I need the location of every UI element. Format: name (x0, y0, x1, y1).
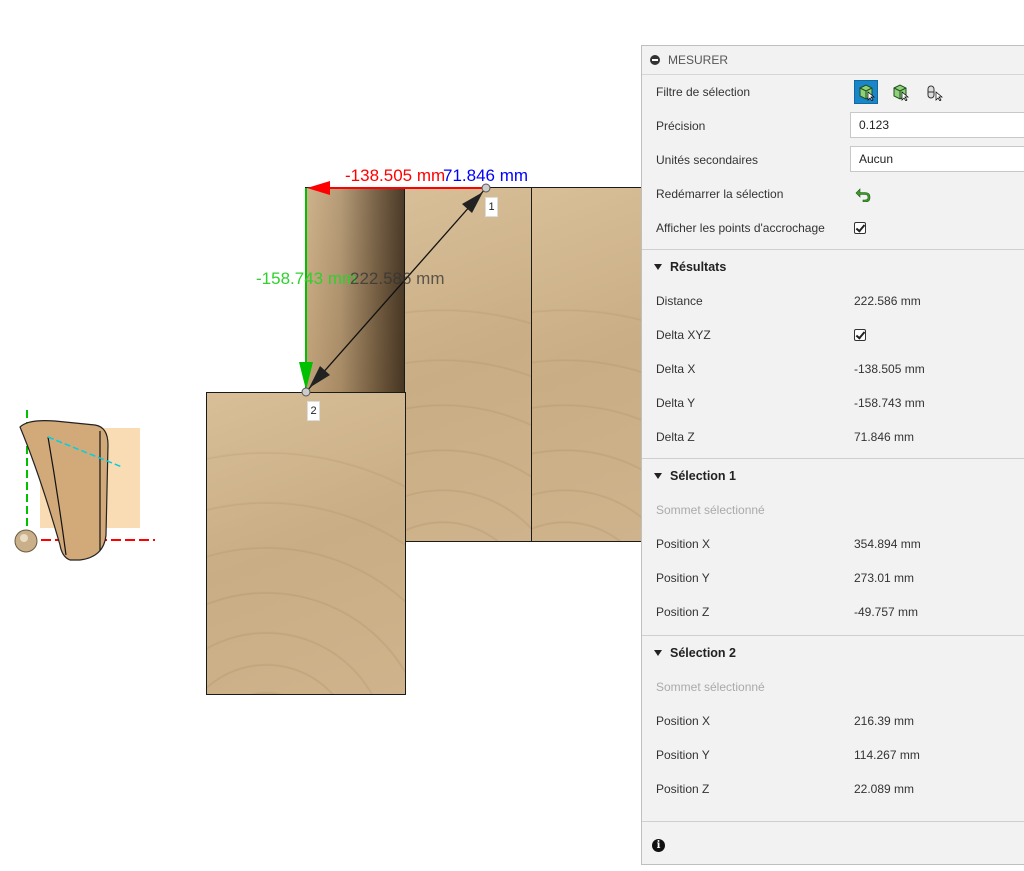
distance-line (305, 187, 487, 393)
selection2-position-y-value: 114.267 mm (854, 748, 920, 762)
secondary-units-dropdown[interactable]: Aucun (850, 146, 1024, 172)
selection1-subtitle-row: Sommet sélectionné (642, 493, 1024, 527)
show-snap-points-checkbox[interactable] (854, 222, 866, 234)
filter-face-edge-vertex-button[interactable] (854, 80, 878, 104)
restart-arrow-icon[interactable] (854, 186, 872, 202)
view-navigation-thumbnail[interactable] (0, 405, 170, 565)
selection2-subtitle-row: Sommet sélectionné (642, 670, 1024, 704)
expand-triangle-icon[interactable] (654, 473, 662, 479)
selection2-position-z-value: 22.089 mm (854, 782, 915, 796)
precision-row: Précision 0.123 (642, 109, 1024, 143)
delta-y-result-label: Delta Y (656, 396, 696, 410)
origin-sphere-highlight (20, 534, 28, 542)
delta-z-result-label: Delta Z (656, 430, 695, 444)
distance-arrowhead-top (462, 192, 483, 213)
selection1-position-z-label: Position Z (656, 605, 710, 619)
point-2-label: 2 (307, 401, 320, 421)
filter-occurrence-button[interactable] (922, 80, 946, 104)
delta-z-result-value: 71.846 mm (854, 430, 915, 444)
delta-y-label: -158.743 mm (256, 269, 357, 288)
selection-filter-row: Filtre de sélection (642, 75, 1024, 109)
secondary-units-row: Unités secondaires Aucun (642, 143, 1024, 177)
selection1-section-header[interactable]: Sélection 1 (642, 459, 1024, 493)
restart-selection-row: Redémarrer la sélection (642, 177, 1024, 211)
secondary-units-label: Unités secondaires (656, 153, 759, 167)
restart-selection-label: Redémarrer la sélection (656, 187, 784, 201)
selection1-subtitle: Sommet sélectionné (656, 503, 765, 517)
select-occurrence-icon (927, 85, 943, 101)
delta-xyz-row: Delta XYZ (642, 318, 1024, 352)
selection2-position-x-row: Position X 216.39 mm (642, 704, 1024, 738)
point-1-label: 1 (485, 197, 498, 217)
distance-label: 222.586 mm (350, 269, 445, 288)
separator (642, 821, 1024, 822)
show-snap-points-row: Afficher les points d'accrochage (642, 211, 1024, 245)
selection2-subtitle: Sommet sélectionné (656, 680, 765, 694)
delta-x-result-value: -138.505 mm (854, 362, 925, 376)
delta-x-arrowhead (307, 181, 330, 195)
results-section-header[interactable]: Résultats (642, 250, 1024, 284)
delta-xyz-label: Delta XYZ (656, 328, 711, 342)
selection2-position-x-label: Position X (656, 714, 711, 728)
selection1-position-z-value: -49.757 mm (854, 605, 919, 619)
info-icon[interactable]: i (652, 839, 665, 852)
selection1-position-y-label: Position Y (656, 571, 710, 585)
select-body-icon (859, 84, 875, 101)
delta-y-row: Delta Y -158.743 mm (642, 386, 1024, 420)
point-2-marker[interactable] (301, 387, 311, 397)
delta-x-result-label: Delta X (656, 362, 696, 376)
precision-label: Précision (656, 119, 706, 133)
precision-dropdown[interactable]: 0.123 (850, 112, 1024, 138)
delta-z-label: 71.846 mm (443, 166, 529, 185)
selection1-position-y-row: Position Y 273.01 mm (642, 561, 1024, 595)
expand-triangle-icon[interactable] (654, 650, 662, 656)
collapse-icon[interactable] (650, 55, 660, 65)
panel-title: MESURER (668, 53, 729, 67)
selection2-position-z-row: Position Z 22.089 mm (642, 772, 1024, 806)
selection1-position-x-value: 354.894 mm (854, 537, 921, 551)
results-title: Résultats (670, 260, 727, 274)
selection1-position-y-value: 273.01 mm (854, 571, 915, 585)
selection-filter-label: Filtre de sélection (656, 85, 751, 99)
selection2-position-y-row: Position Y 114.267 mm (642, 738, 1024, 772)
delta-xyz-checkbox[interactable] (854, 329, 866, 341)
selection2-position-z-label: Position Z (656, 782, 710, 796)
selection1-title: Sélection 1 (670, 469, 736, 483)
selection2-position-y-label: Position Y (656, 748, 710, 762)
delta-x-row: Delta X -138.505 mm (642, 352, 1024, 386)
measure-panel: MESURER Filtre de sélection Précision 0.… (641, 45, 1024, 865)
delta-y-result-value: -158.743 mm (854, 396, 925, 410)
show-snap-points-label: Afficher les points d'accrochage (656, 221, 825, 235)
selection1-position-x-row: Position X 354.894 mm (642, 527, 1024, 561)
delta-z-row: Delta Z 71.846 mm (642, 420, 1024, 454)
selection1-position-z-row: Position Z -49.757 mm (642, 595, 1024, 629)
filter-body-button[interactable] (888, 80, 912, 104)
delta-x-label: -138.505 mm (345, 166, 446, 185)
selection2-title: Sélection 2 (670, 646, 736, 660)
distance-result-label: Distance (656, 294, 703, 308)
selection1-position-x-label: Position X (656, 537, 711, 551)
selection2-position-x-value: 216.39 mm (854, 714, 915, 728)
distance-result-value: 222.586 mm (854, 294, 921, 308)
distance-row: Distance 222.586 mm (642, 284, 1024, 318)
selection2-section-header[interactable]: Sélection 2 (642, 636, 1024, 670)
select-component-icon (893, 84, 909, 101)
panel-header[interactable]: MESURER (642, 46, 1024, 75)
expand-triangle-icon[interactable] (654, 264, 662, 270)
